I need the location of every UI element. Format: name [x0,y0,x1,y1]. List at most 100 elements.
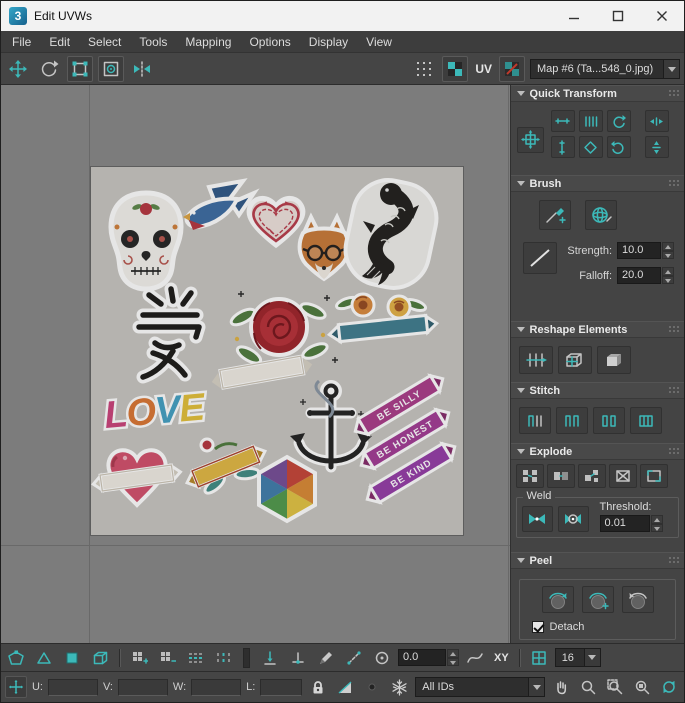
show-map-toggle-button[interactable] [442,56,469,82]
grid-size-dropdown[interactable]: 16 [554,648,601,667]
align-vertical-button[interactable] [550,136,575,158]
menu-tools[interactable]: Tools [130,31,176,53]
move-brush-button[interactable] [538,200,571,230]
mirror-tool-button[interactable] [129,56,155,82]
planar-element-button[interactable] [596,346,631,374]
grid-snap-button[interactable] [527,646,551,670]
soft-selection-button[interactable] [370,646,394,670]
falloff-value[interactable]: 20.0 [617,267,661,284]
spinner-up-icon[interactable] [447,649,459,658]
freeze-button[interactable] [388,676,410,698]
polygon-mode-button[interactable] [60,646,84,670]
menu-select[interactable]: Select [79,31,130,53]
menu-mapping[interactable]: Mapping [176,31,240,53]
rectangularize-button[interactable] [557,346,592,374]
stitch-source-button[interactable] [555,407,588,434]
align-diamond-button[interactable] [578,136,603,158]
menu-display[interactable]: Display [300,31,357,53]
spinner-down-icon[interactable] [662,250,674,259]
drag-grip-icon[interactable] [668,556,681,565]
threshold-value[interactable]: 0.01 [599,515,650,532]
close-button[interactable] [640,1,684,31]
straighten-button[interactable] [518,346,553,374]
section-header-quick-transform[interactable]: Quick Transform [510,85,684,102]
weld-selected-button[interactable] [521,506,553,532]
break-edges-button[interactable] [546,464,575,488]
drag-grip-icon[interactable] [668,386,681,395]
section-header-brush[interactable]: Brush [510,175,684,192]
space-horizontal-button[interactable] [644,110,669,132]
align-to-edge-button[interactable] [258,646,282,670]
spinner-down-icon[interactable] [650,523,663,532]
drag-grip-icon[interactable] [668,325,681,334]
falloff-spinner[interactable]: 20.0 [617,267,674,284]
minimize-button[interactable] [552,1,596,31]
section-header-explode[interactable]: Explode [510,443,684,460]
snap-grid-button[interactable] [411,56,437,82]
select-dot-button[interactable] [361,676,383,698]
drag-grip-icon[interactable] [668,89,681,98]
texture-checker-button[interactable] [499,56,525,82]
u-field[interactable] [47,678,98,696]
vertex-mode-button[interactable] [32,646,56,670]
drag-grip-icon[interactable] [668,179,681,188]
element-mode-button[interactable] [88,646,112,670]
absolute-typein-button[interactable] [5,676,27,698]
maximize-button[interactable] [596,1,640,31]
material-id-arrow[interactable] [528,678,545,696]
angle-value[interactable]: 0.0 [398,649,446,666]
uv-transform-button[interactable] [98,55,124,82]
align-perpendicular-button[interactable] [286,646,310,670]
map-dropdown-arrow[interactable] [663,60,679,78]
zoom-extents-button[interactable] [631,676,653,698]
rotate-cw-button[interactable] [606,136,631,158]
section-header-peel[interactable]: Peel [510,552,684,569]
rotate-tool-button[interactable] [36,56,62,82]
zoom-region-button[interactable] [604,676,626,698]
align-vertical-bars-button[interactable] [578,110,603,132]
falloff-curve-mode-button[interactable] [463,646,487,670]
explode-to-element-button[interactable] [577,464,606,488]
stitch-custom-button[interactable] [518,407,551,434]
angle-spinner[interactable]: 0.0 [398,649,459,666]
rotate-ccw-button[interactable] [606,110,631,132]
spinner-up-icon[interactable] [650,515,663,524]
section-header-stitch[interactable]: Stitch [510,382,684,399]
menu-edit[interactable]: Edit [40,31,79,53]
move-tool-button[interactable] [5,56,31,82]
menu-options[interactable]: Options [240,31,299,53]
weight-display-button[interactable] [334,676,356,698]
section-header-reshape[interactable]: Reshape Elements [510,321,684,338]
spinner-down-icon[interactable] [662,275,674,284]
stitch-target-button[interactable] [629,407,662,434]
zoom-to-gizmo-button[interactable] [658,676,680,698]
menu-file[interactable]: File [3,31,40,53]
pelt-map-button[interactable] [622,586,655,613]
explode-options-button[interactable] [639,464,668,488]
pan-button[interactable] [550,676,572,698]
edge-ring-button[interactable] [211,646,235,670]
detach-checkbox[interactable] [531,621,544,633]
menu-view[interactable]: View [357,31,401,53]
paint-select-button[interactable] [4,646,28,670]
drag-grip-icon[interactable] [668,447,681,456]
falloff-curve-button[interactable] [522,242,557,274]
point-to-point-seam-button[interactable] [342,646,366,670]
edit-seams-button[interactable] [314,646,338,670]
l-field[interactable] [260,678,303,696]
explode-to-polygon-button[interactable] [608,464,637,488]
grid-size-arrow[interactable] [583,649,600,666]
lock-selection-button[interactable] [307,676,329,698]
edge-loop-button[interactable] [183,646,207,670]
w-field[interactable] [191,678,242,696]
spinner-up-icon[interactable] [662,242,674,251]
align-horizontal-button[interactable] [550,110,575,132]
material-id-dropdown[interactable]: All IDs [415,677,546,697]
stitch-average-button[interactable] [592,407,625,434]
zoom-button[interactable] [577,676,599,698]
v-field[interactable] [117,678,168,696]
shrink-selection-button[interactable] [155,646,179,670]
map-dropdown[interactable]: Map #6 (Ta...548_0.jpg) [530,59,680,79]
space-vertical-button[interactable] [644,136,669,158]
break-vertices-button[interactable] [515,464,544,488]
